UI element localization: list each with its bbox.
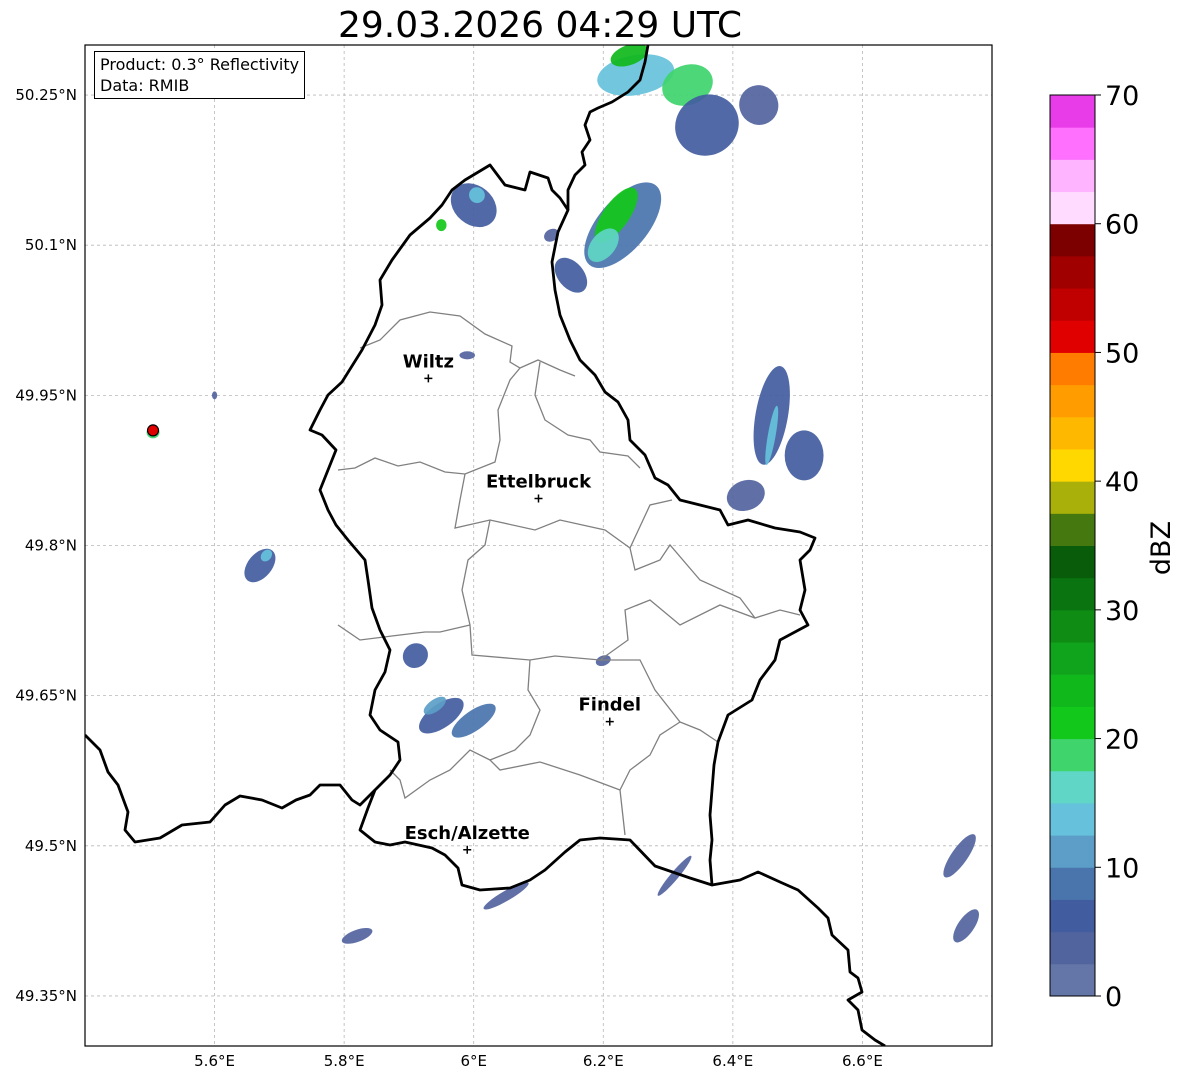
city-label: Wiltz [403, 351, 454, 372]
city-marker [605, 717, 614, 726]
colorbar-segment [1050, 255, 1095, 289]
colorbar-segment [1050, 127, 1095, 160]
colorbar-segment [1050, 191, 1095, 225]
radar-echo [657, 855, 692, 896]
radar-echo [436, 219, 447, 232]
colorbar-tick-label: 20 [1105, 725, 1139, 756]
colorbar-segment [1050, 609, 1095, 643]
lon-tick-label: 6°E [460, 1052, 487, 1070]
colorbar-segment [1050, 352, 1095, 386]
colorbar-tick-label: 10 [1105, 853, 1139, 884]
colorbar-segment [1050, 481, 1095, 514]
colorbar-segment [1050, 448, 1095, 482]
canton-boundary [337, 367, 521, 475]
lon-tick-label: 5.6°E [194, 1052, 235, 1070]
radar-map-figure: 5.6°E 5.8°E 6°E 6.2°E 6.4°E 6.6°E 49.35°N 49.5°… [15, 44, 1177, 1070]
colorbar-segment [1050, 320, 1095, 353]
radar-echo [244, 548, 276, 583]
lat-tick-label: 49.95°N [15, 386, 77, 404]
colorbar-segment [1050, 706, 1095, 740]
radar-echo [739, 85, 779, 125]
colorbar-segment [1050, 545, 1095, 579]
lat-tick-label: 49.8°N [25, 537, 77, 555]
canton-boundary [679, 721, 719, 766]
lon-tick-label: 5.8°E [324, 1052, 365, 1070]
data-source-label: Data: RMIB [100, 76, 190, 95]
city-marker [463, 845, 472, 854]
lon-tick-label: 6.2°E [583, 1052, 624, 1070]
city-label: Ettelbruck [486, 471, 592, 492]
colorbar-segment [1050, 384, 1095, 418]
gridlines [85, 45, 992, 1046]
lat-tick-label: 49.5°N [25, 837, 77, 855]
colorbar-tick-label: 70 [1105, 81, 1139, 112]
radar-echo [784, 430, 824, 481]
city-label: Findel [578, 695, 641, 716]
city-marker [424, 374, 433, 383]
city-marker [534, 494, 543, 503]
colorbar-segment [1050, 802, 1095, 836]
germany-border-south [711, 870, 886, 1046]
colorbar-tick-label: 60 [1105, 210, 1139, 241]
colorbar-segment [1050, 416, 1095, 450]
axis-ticks: 5.6°E 5.8°E 6°E 6.2°E 6.4°E 6.6°E 49.35°N 49.5°… [15, 86, 883, 1070]
canton-boundary [337, 624, 471, 641]
colorbar-segment [1050, 513, 1095, 546]
colorbar-tick-label: 40 [1105, 467, 1139, 498]
colorbar-segment [1050, 931, 1095, 965]
colorbar-segment [1050, 159, 1095, 193]
colorbar-segment [1050, 835, 1095, 868]
lat-tick-label: 50.25°N [15, 86, 77, 104]
canton-boundary [489, 759, 621, 791]
colorbar-tick-label: 0 [1105, 982, 1122, 1013]
radar-site-marker [146, 424, 160, 437]
colorbar-segment [1050, 642, 1095, 675]
lat-tick-label: 50.1°N [25, 236, 77, 254]
colorbar-segment [1050, 288, 1095, 321]
radar-echo [943, 834, 976, 878]
colorbar-tick-label: 50 [1105, 338, 1139, 369]
lat-tick-label: 49.65°N [15, 687, 77, 705]
colorbar-unit-label: dBZ [1146, 521, 1177, 575]
radar-echo [341, 927, 373, 944]
colorbar-segment [1050, 577, 1095, 611]
colorbar-segment [1050, 95, 1095, 128]
colorbar-segment [1050, 963, 1095, 997]
radar-echo [459, 351, 476, 360]
colorbar-segment [1050, 674, 1095, 707]
lon-tick-label: 6.4°E [712, 1052, 753, 1070]
colorbar: 0 10 20 30 40 50 60 70 dBZ [1049, 81, 1177, 1013]
lat-tick-label: 49.35°N [15, 987, 77, 1005]
radar-echo [211, 391, 218, 400]
colorbar-segment [1050, 223, 1095, 257]
radar-echo [953, 909, 980, 943]
canton-boundary [600, 659, 681, 836]
radar-echo [726, 479, 765, 512]
colorbar-segment [1050, 867, 1095, 900]
product-label: Product: 0.3° Reflectivity [100, 55, 300, 74]
info-box: Product: 0.3° Reflectivity Data: RMIB [94, 51, 306, 99]
city-markers: Wiltz Ettelbruck Findel Esch/Alzette [403, 351, 641, 854]
canton-boundary [359, 311, 576, 377]
city-label: Esch/Alzette [405, 823, 530, 844]
colorbar-tick-label: 30 [1105, 596, 1139, 627]
france-border [85, 734, 376, 844]
canton-boundary [461, 519, 801, 661]
colorbar-segment [1050, 770, 1095, 804]
colorbar-segment [1050, 899, 1095, 933]
radar-echoes [146, 45, 980, 944]
lon-tick-label: 6.6°E [842, 1052, 883, 1070]
colorbar-segment [1050, 738, 1095, 772]
canton-boundary [629, 543, 756, 619]
radar-echo [402, 643, 428, 669]
